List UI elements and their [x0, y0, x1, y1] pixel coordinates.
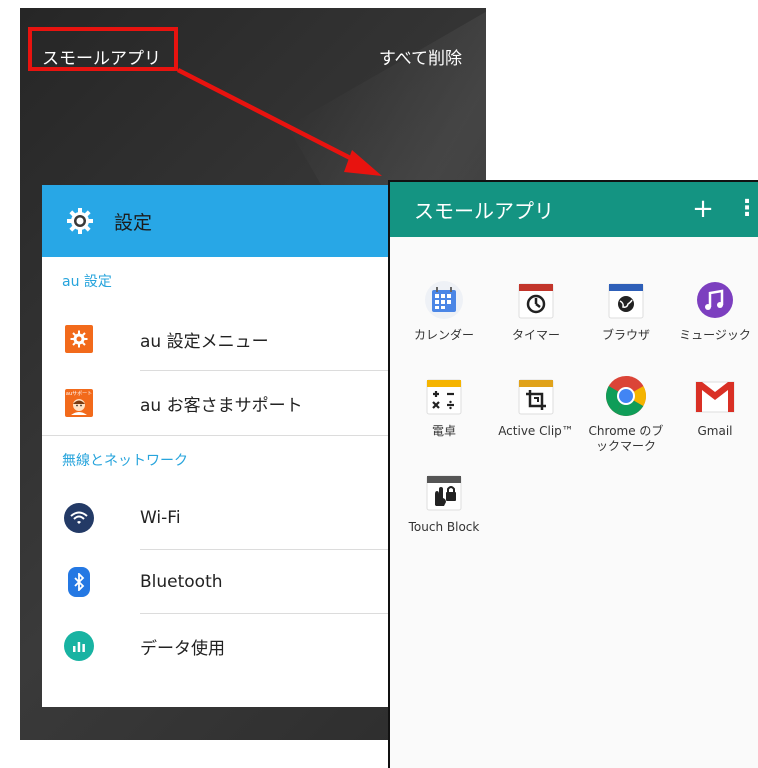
app-calendar[interactable]: カレンダー [399, 278, 489, 343]
calculator-icon [422, 374, 466, 418]
settings-item-label: Bluetooth [140, 572, 223, 592]
section-label-wireless: 無線とネットワーク [62, 453, 188, 469]
calendar-icon [422, 278, 466, 322]
app-browser[interactable]: ブラウザ [581, 278, 671, 343]
touch-block-icon [422, 470, 466, 514]
app-label: ブラウザ [601, 328, 650, 342]
settings-item-bluetooth[interactable]: Bluetooth [42, 550, 402, 614]
data-usage-icon [62, 629, 96, 663]
app-gmail[interactable]: Gmail [670, 374, 758, 439]
gmail-icon [693, 374, 737, 418]
app-chrome-bookmarks[interactable]: Chrome のブ ックマーク [581, 374, 671, 454]
bluetooth-icon [62, 565, 96, 599]
app-label: カレンダー [413, 328, 474, 342]
app-label: 電卓 [431, 424, 456, 438]
app-label: ミュージック [679, 328, 751, 342]
settings-item-data-usage[interactable]: データ使用 [42, 614, 402, 678]
browser-icon [604, 278, 648, 322]
delete-all-button[interactable]: すべて削除 [379, 44, 462, 69]
section-label-au: au 設定 [62, 274, 112, 290]
app-label: Active Clip™ [498, 424, 574, 438]
music-icon [693, 278, 737, 322]
active-clip-icon [514, 374, 558, 418]
au-support-icon: auサポート [62, 386, 96, 420]
app-timer[interactable]: タイマー [491, 278, 581, 343]
settings-item-au-support[interactable]: auサポート au お客さまサポート [42, 371, 402, 435]
settings-item-au-settings-menu[interactable]: au 設定メニュー [42, 307, 402, 371]
settings-card[interactable]: 設定 au 設定 au 設定メニュー auサポート au お客さまサポート 無線… [42, 185, 402, 707]
settings-item-label: Wi-Fi [140, 508, 181, 528]
add-button[interactable]: + [688, 194, 718, 224]
highlight-box [28, 27, 178, 71]
small-app-title: スモールアプリ [414, 199, 554, 223]
app-label: Gmail [697, 424, 733, 438]
small-app-header: スモールアプリ + ⋮ [390, 182, 758, 237]
settings-item-wifi[interactable]: Wi-Fi [42, 486, 402, 550]
settings-item-label: データ使用 [140, 638, 225, 659]
small-app-panel: スモールアプリ + ⋮ カレンダー タイマー ブラウザ ミュージック 電卓 Ac… [388, 180, 758, 768]
au-settings-menu-icon [62, 322, 96, 356]
app-label: Chrome のブ ックマーク [588, 424, 664, 453]
app-active-clip[interactable]: Active Clip™ [491, 374, 581, 439]
more-options-button[interactable]: ⋮ [736, 194, 758, 224]
settings-item-label: au 設定メニュー [140, 331, 269, 352]
settings-header: 設定 [42, 185, 402, 257]
timer-icon [514, 278, 558, 322]
gear-icon [67, 208, 93, 234]
app-music[interactable]: ミュージック [670, 278, 758, 343]
app-touch-block[interactable]: Touch Block [399, 470, 489, 535]
settings-title: 設定 [114, 211, 153, 234]
app-label: タイマー [511, 328, 560, 342]
settings-item-label: au お客さまサポート [140, 395, 303, 416]
app-calculator[interactable]: 電卓 [399, 374, 489, 439]
chrome-icon [604, 374, 648, 418]
wifi-icon [62, 501, 96, 535]
app-label: Touch Block [408, 520, 480, 534]
